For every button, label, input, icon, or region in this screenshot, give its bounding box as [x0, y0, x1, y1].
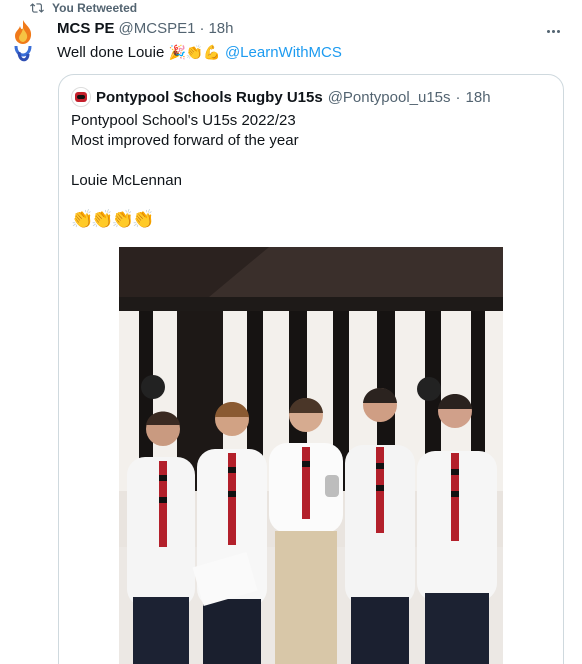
quoted-display-name[interactable]: Pontypool Schools Rugby U15s [96, 89, 323, 106]
team-photo[interactable] [119, 247, 503, 664]
header-separator: · [199, 20, 205, 37]
tweet-text: Well done Louie 🎉👏💪 @LearnWithMCS [57, 42, 342, 63]
quoted-line-1: Pontypool School's U15s 2022/23 [71, 112, 296, 129]
more-icon[interactable] [542, 20, 564, 42]
retweet-icon [30, 3, 44, 13]
quoted-line-3: Louie McLennan [71, 172, 182, 189]
retweet-label: You Retweeted [52, 1, 138, 15]
quoted-separator: · [455, 88, 461, 106]
quoted-clap-emojis: 👏👏👏👏 [71, 209, 155, 229]
user-handle[interactable]: @MCSPE1 [119, 20, 196, 37]
mention-link[interactable]: @LearnWithMCS [225, 44, 342, 61]
display-name[interactable]: MCS PE [57, 20, 115, 37]
quoted-tweet-card[interactable]: Pontypool Schools Rugby U15s @Pontypool_… [58, 74, 564, 664]
quoted-avatar[interactable] [71, 87, 91, 107]
quoted-timestamp[interactable]: 18h [466, 89, 491, 106]
quoted-line-2: Most improved forward of the year [71, 132, 299, 149]
quoted-handle[interactable]: @Pontypool_u15s [328, 89, 451, 106]
retweet-indicator: You Retweeted [30, 0, 137, 16]
tweet-timestamp[interactable]: 18h [208, 20, 233, 37]
tweet-header: MCS PE @MCSPE1 · 18h [57, 20, 233, 37]
flame-avatar-icon[interactable] [10, 18, 36, 66]
quoted-tweet-text: Pontypool School's U15s 2022/23 Most imp… [71, 111, 299, 191]
tweet-text-prefix: Well done Louie [57, 44, 165, 61]
quoted-tweet-header: Pontypool Schools Rugby U15s @Pontypool_… [71, 87, 491, 107]
team-photo-illustration [119, 247, 503, 664]
tweet-emojis: 🎉👏💪 [168, 44, 221, 60]
